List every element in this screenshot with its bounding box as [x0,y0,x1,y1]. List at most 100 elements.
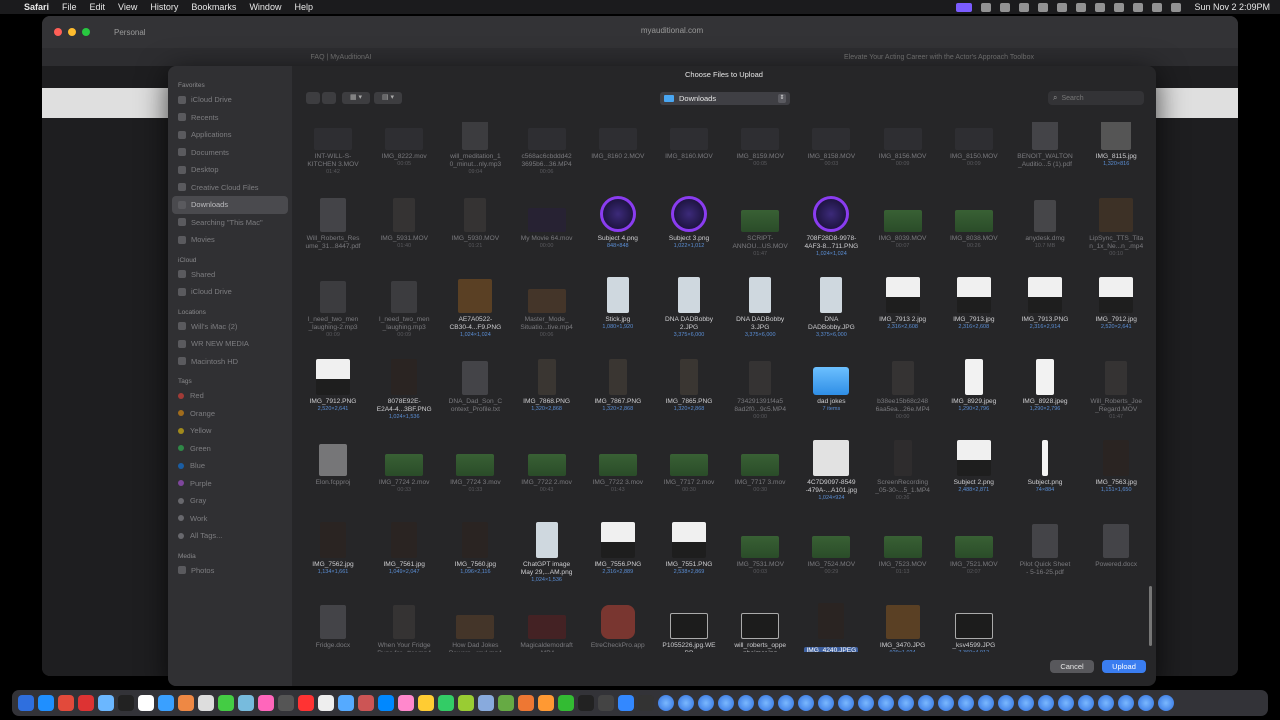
file-item[interactable]: DNA_Dad_Son_C ontext_Profile.txt [440,355,510,414]
file-item[interactable]: IMG_7563.jpg 1,151×1,650 [1081,436,1151,494]
file-item[interactable]: anydesk.dmg 10.7 MB [1010,192,1080,250]
menu-edit[interactable]: Edit [90,2,106,12]
menu-history[interactable]: History [150,2,178,12]
file-item[interactable]: DNA DADBobby.JPG 3,375×6,000 [796,273,866,339]
file-item[interactable]: ChatGPT image May 29,...AM.png 1,024×1,53… [512,518,582,584]
dock-app-icon[interactable] [1098,695,1114,711]
file-item[interactable]: IMG_7523.MOV 01:13 [868,518,938,576]
time-machine-icon[interactable] [1000,2,1011,12]
search-field[interactable]: ⌕ Search [1048,91,1144,105]
profile-selector[interactable]: Personal [114,28,146,37]
sidebar-item[interactable]: WR NEW MEDIA [168,335,292,353]
file-item[interactable]: IMG_7913.PNG 2,316×2,914 [1010,273,1080,331]
bluetooth-icon[interactable] [1095,2,1106,12]
sidebar-item[interactable]: Searching "This Mac" [168,214,292,232]
dock-app-icon[interactable] [658,695,674,711]
wifi-icon[interactable] [1114,2,1125,12]
file-item[interactable]: Elon.fcpproj [298,436,368,487]
file-item[interactable]: ScreenRecording _05-30-...5_1.MP4 00:26 [868,436,938,502]
dock-app-icon[interactable] [858,695,874,711]
dock-app-icon[interactable] [798,695,814,711]
dock-app-icon[interactable] [878,695,894,711]
file-item[interactable]: DNA DADBobby 3.JPG 3,375×6,000 [725,273,795,339]
dock-app-icon[interactable] [818,695,834,711]
dock-app-icon[interactable] [358,695,374,711]
sidebar-item[interactable]: Recents [168,109,292,127]
file-item[interactable]: IMG_7561.jpg 1,049×2,047 [369,518,439,576]
file-item[interactable]: INT-WILL-S- KITCHEN 3.MOV 01:42 [298,122,368,176]
file-item[interactable]: Stick.jpg 1,080×1,920 [583,273,653,331]
sidebar-item[interactable]: Movies [168,231,292,249]
dock-app-icon[interactable] [258,695,274,711]
file-item[interactable]: IMG_8156.MOV 00:09 [868,122,938,168]
sidebar-item[interactable]: Work [168,510,292,528]
file-item[interactable]: IMG_7531.MOV 00:03 [725,518,795,576]
file-item[interactable]: IMG_7524.MOV 00:29 [796,518,866,576]
sidebar-item[interactable]: Purple [168,475,292,493]
sidebar-item[interactable]: Yellow [168,422,292,440]
record-icon[interactable] [1038,2,1049,12]
dock-app-icon[interactable] [1118,695,1134,711]
file-item[interactable]: I_need_two_men _laughing-2.mp3 00:09 [298,273,368,339]
dock-app-icon[interactable] [838,695,854,711]
dock-app-icon[interactable] [118,695,134,711]
menu-window[interactable]: Window [249,2,281,12]
file-item[interactable]: When Your Fridge Runs for...tter.mp400:4… [369,599,439,652]
dock-app-icon[interactable] [58,695,74,711]
file-item[interactable]: IMG_8038.MOV 00:26 [939,192,1009,250]
file-item[interactable]: IMG_7912.jpg 2,520×2,641 [1081,273,1151,331]
close-window-button[interactable] [54,28,62,36]
file-item[interactable]: IMG_7913 2.jpg 2,316×2,608 [868,273,938,331]
file-item[interactable]: IMG_8929.jpeg 1,290×2,796 [939,355,1009,413]
dock-app-icon[interactable] [178,695,194,711]
file-item[interactable]: LipSync_TTS_Tita n_1x_Ne...n_.mp4 00:10 [1081,192,1151,258]
file-item[interactable]: SCRIPT- ANNOU...US.MOV 01:47 [725,192,795,258]
view-mode-button[interactable]: ▦ ▾ [342,92,370,104]
sidebar-item[interactable]: Will's iMac (2) [168,318,292,336]
dock-app-icon[interactable] [278,695,294,711]
dock-app-icon[interactable] [698,695,714,711]
forward-button[interactable] [322,92,336,104]
dock-app-icon[interactable] [198,695,214,711]
dock-app-icon[interactable] [418,695,434,711]
file-item[interactable]: IMG_8160 2.MOV [583,122,653,161]
back-button[interactable] [306,92,320,104]
file-item[interactable]: AE7A0522- CB30-4...F9.PNG 1,024×1,024 [440,273,510,339]
dock-app-icon[interactable] [298,695,314,711]
file-item[interactable]: Subject 4.png 848×848 [583,192,653,250]
status-icon[interactable] [1019,2,1030,12]
dock-app-icon[interactable] [598,695,614,711]
dock-app-icon[interactable] [758,695,774,711]
file-item[interactable]: 8078E92E- E2A4-4...3BF.PNG 1,024×1,536 [369,355,439,421]
file-item[interactable]: IMG_7560.jpg 1,096×2,116 [440,518,510,576]
file-item[interactable]: IMG_8928.jpeg 1,290×2,796 [1010,355,1080,413]
file-item[interactable]: will_meditation_1 0_minut...nly.mp3 09:04 [440,122,510,176]
tab-faq[interactable]: FAQ | MyAuditionAI [42,54,640,61]
search-icon[interactable] [1133,2,1144,12]
dock-app-icon[interactable] [1158,695,1174,711]
file-item[interactable]: IMG_7865.PNG 1,320×2,868 [654,355,724,413]
menu-file[interactable]: File [62,2,77,12]
file-item[interactable]: IMG_7868.PNG 1,320×2,868 [512,355,582,413]
dock-app-icon[interactable] [778,695,794,711]
file-item[interactable]: How Dad Jokes Powers...rgy!.mp400:34 [440,599,510,652]
dock-app-icon[interactable] [318,695,334,711]
screen-recorder-icon[interactable] [956,2,973,12]
file-item[interactable]: IMG_7912.PNG 2,520×2,641 [298,355,368,413]
dock-app-icon[interactable] [1078,695,1094,711]
file-item[interactable]: Powered.docx [1081,518,1151,569]
sidebar-item[interactable]: Orange [168,405,292,423]
file-item[interactable]: P1055226.jpg.WE BP1,124×772 [654,599,724,652]
file-item[interactable]: IMG_5931.MOV 01:40 [369,192,439,250]
menu-bookmarks[interactable]: Bookmarks [191,2,236,12]
file-item[interactable]: will_roberts_oppe nheimer.jpg600×362 [725,599,795,652]
status-icon[interactable] [981,2,992,12]
file-item[interactable]: IMG_8160.MOV [654,122,724,161]
file-item[interactable]: IMG_7724 3.mov 01:33 [440,436,510,494]
file-item[interactable]: Will_Roberts_Res ume_31...8447.pdf [298,192,368,251]
cancel-button[interactable]: Cancel [1050,660,1094,673]
address-bar[interactable]: myauditional.com [602,26,742,35]
file-item[interactable]: c568ac6cbddd42 3695b6...36.MP4 00:06 [512,122,582,176]
file-item[interactable]: EtreCheckPro.app [583,599,653,650]
dock-app-icon[interactable] [898,695,914,711]
